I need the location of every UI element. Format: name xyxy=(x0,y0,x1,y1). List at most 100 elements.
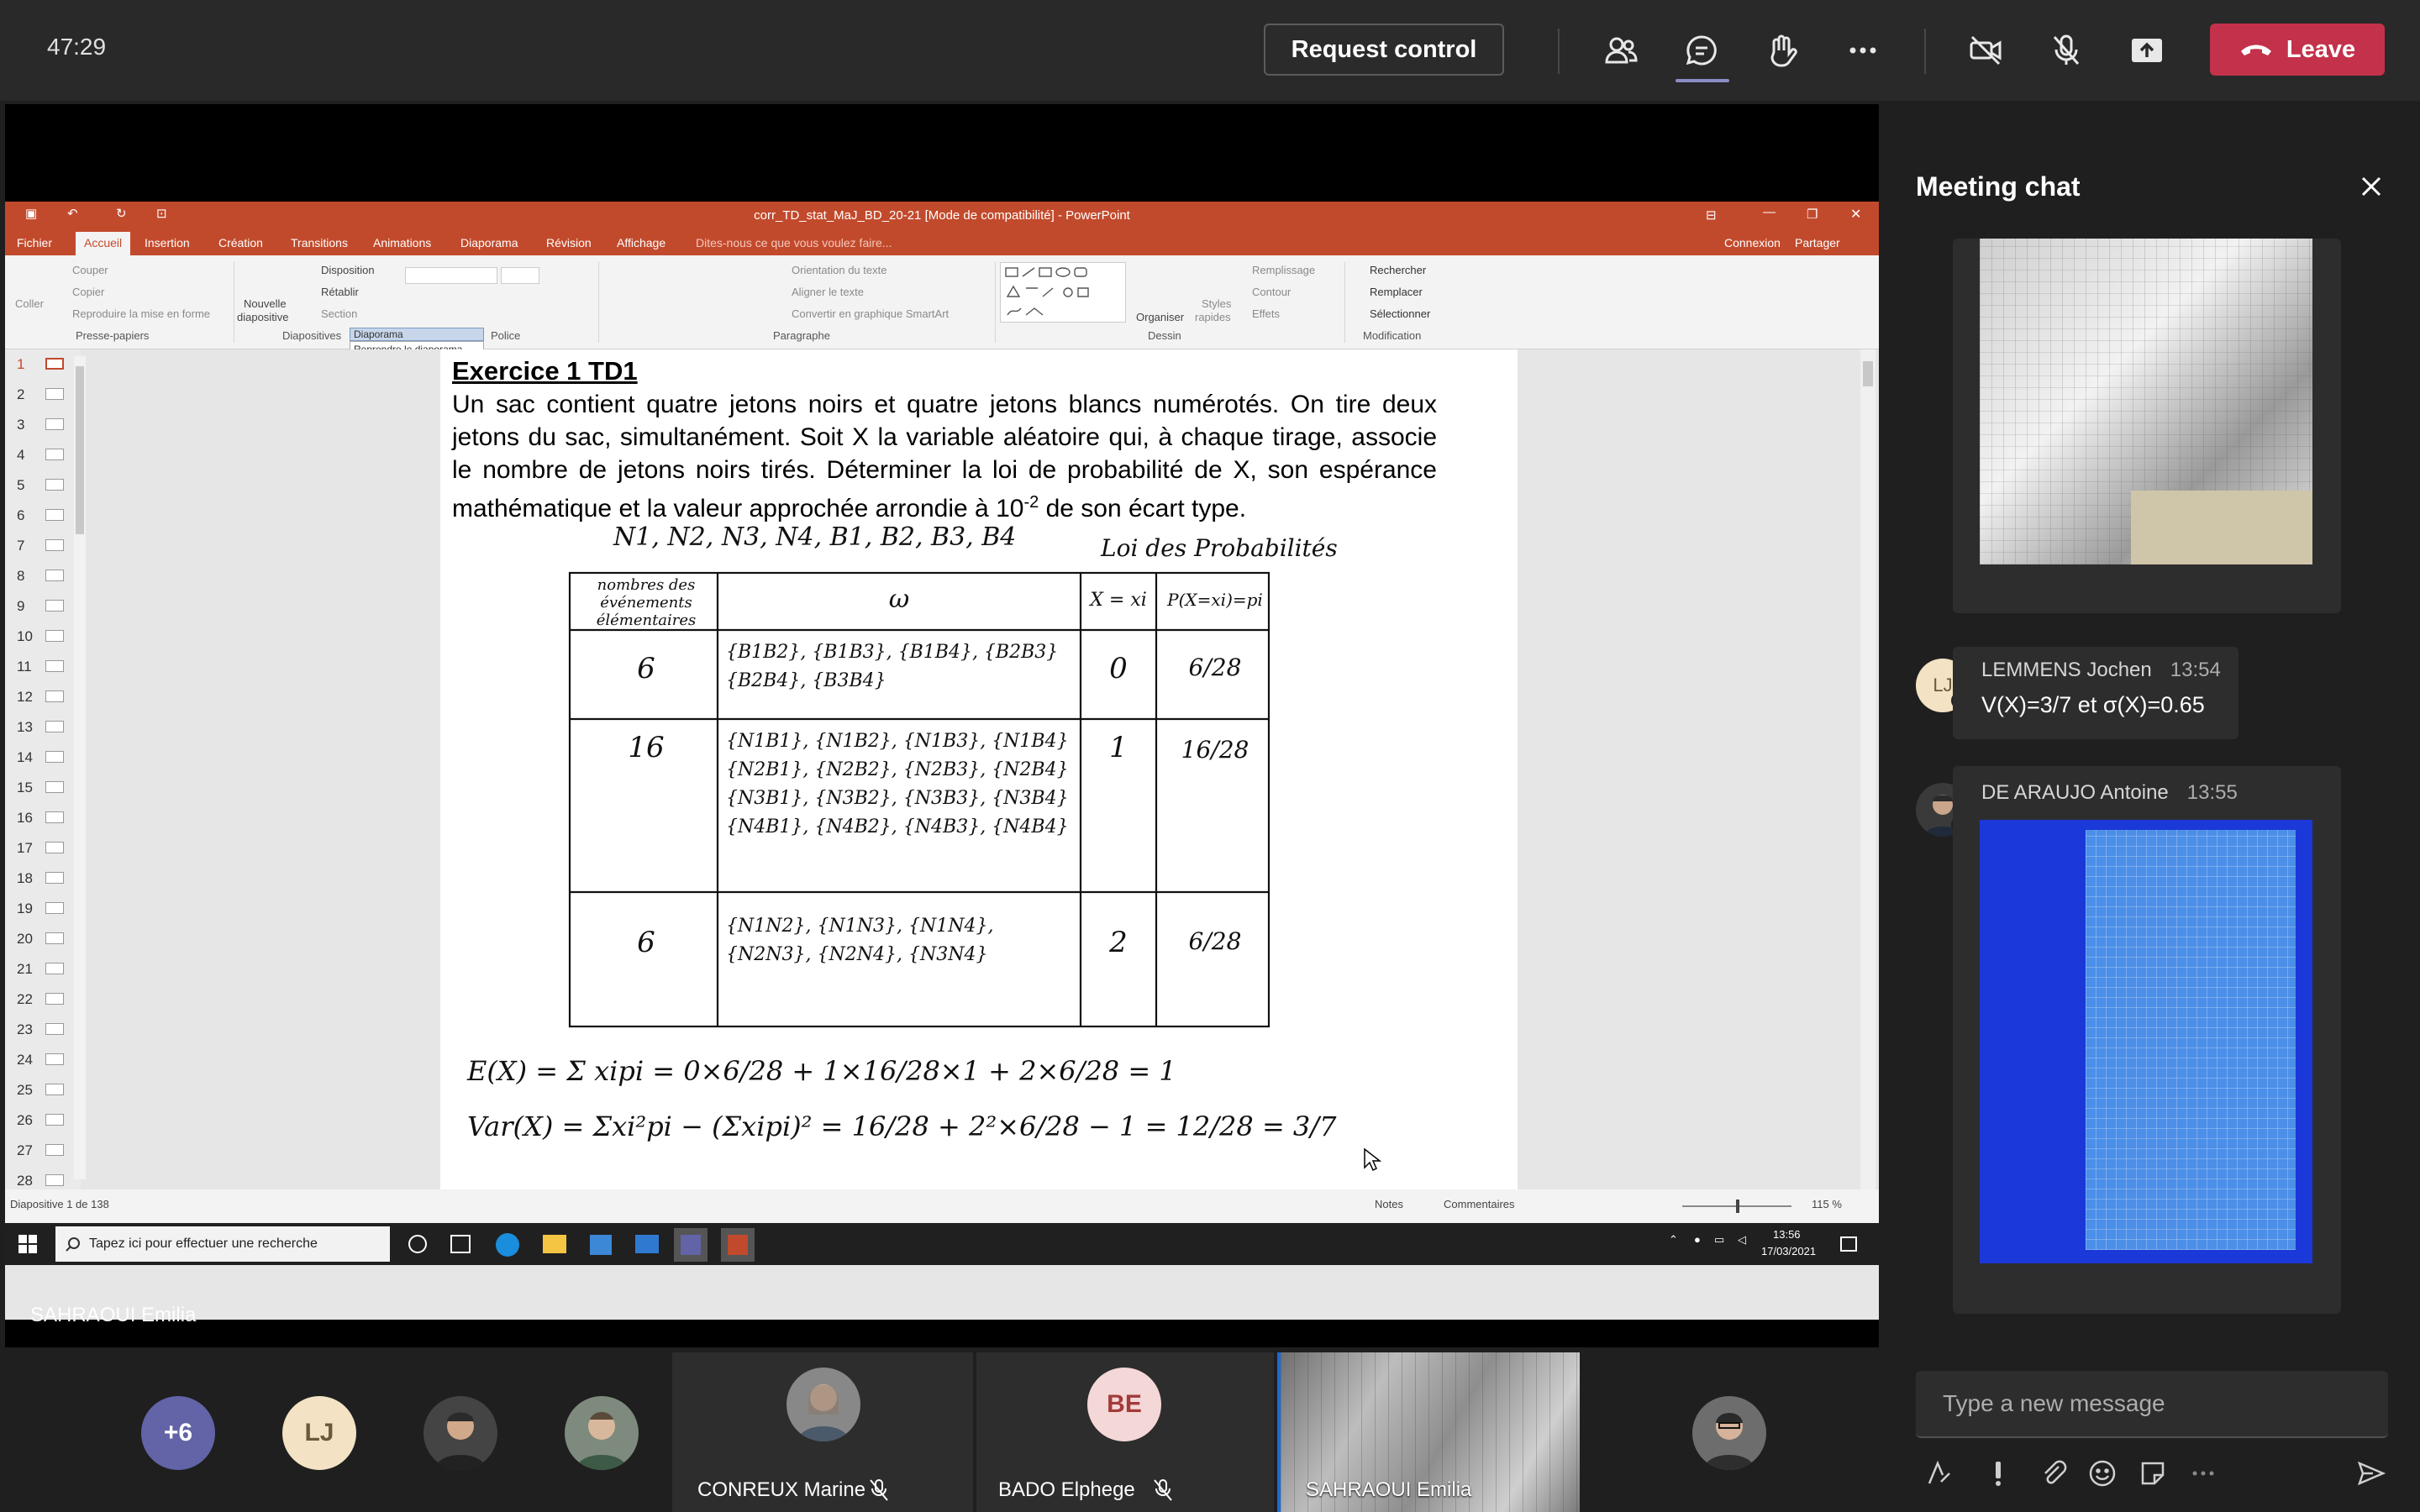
ribbon-display-icon[interactable]: ⊟ xyxy=(1706,207,1717,223)
slide-canvas[interactable]: Exercice 1 TD1 Un sac contient quatre je… xyxy=(440,349,1518,1189)
scroll-thumb[interactable] xyxy=(1863,361,1873,386)
mic-off-icon[interactable] xyxy=(2043,27,2090,74)
slide-thumbnail[interactable]: 2 xyxy=(17,386,76,403)
participant-avatar[interactable] xyxy=(424,1396,497,1470)
windows-start-icon[interactable] xyxy=(18,1235,37,1253)
close-icon[interactable] xyxy=(2353,168,2390,205)
tab-creation[interactable]: Création xyxy=(218,236,263,249)
selectionner-button[interactable]: Sélectionner xyxy=(1370,307,1430,320)
slide-thumbnail[interactable]: 10 xyxy=(17,628,76,645)
contour-button[interactable]: Contour xyxy=(1252,286,1291,298)
shared-photo[interactable] xyxy=(1980,820,2312,1263)
slide-thumbnail[interactable]: 23 xyxy=(17,1021,76,1038)
nouvelle-diapositive-button[interactable]: Nouvelle xyxy=(244,297,287,310)
zoom-level[interactable]: 115 % xyxy=(1812,1198,1842,1210)
tab-accueil[interactable]: Accueil xyxy=(76,232,131,255)
participant-avatar[interactable] xyxy=(565,1396,639,1470)
slide-thumbnail[interactable]: 4 xyxy=(17,447,76,464)
tab-insertion[interactable]: Insertion xyxy=(145,236,190,249)
slide-thumbnail[interactable]: 11 xyxy=(17,659,76,675)
cortana-icon[interactable] xyxy=(408,1235,427,1253)
slide-thumbnail[interactable]: 26 xyxy=(17,1112,76,1129)
more-options-icon[interactable] xyxy=(2188,1458,2218,1488)
slide-thumbnail[interactable]: 20 xyxy=(17,931,76,948)
slide-thumbnail[interactable]: 18 xyxy=(17,870,76,887)
send-icon[interactable] xyxy=(2356,1458,2386,1488)
format-icon[interactable] xyxy=(1924,1458,1954,1488)
participant-avatar[interactable]: LJ xyxy=(282,1396,356,1470)
tray-mic-icon[interactable]: ● xyxy=(1694,1233,1701,1246)
couper-button[interactable]: Couper xyxy=(72,264,108,276)
taskbar-date[interactable]: 17/03/2021 xyxy=(1761,1245,1816,1257)
copier-button[interactable]: Copier xyxy=(72,286,104,298)
effets-button[interactable]: Effets xyxy=(1252,307,1280,320)
scroll-thumb[interactable] xyxy=(76,366,84,534)
taskbar-time[interactable]: 13:56 xyxy=(1773,1228,1801,1241)
slide-thumbnail[interactable]: 13 xyxy=(17,719,76,736)
shared-photo[interactable] xyxy=(1980,239,2312,564)
retablir-button[interactable]: Rétablir xyxy=(321,286,359,298)
participant-tile[interactable]: BE BADO Elphege xyxy=(976,1352,1274,1512)
reproduire-button[interactable]: Reproduire la mise en forme xyxy=(72,307,210,320)
important-icon[interactable] xyxy=(1983,1458,2013,1488)
slide-thumbnail[interactable]: 7 xyxy=(17,538,76,554)
present-icon[interactable]: ⊡ xyxy=(156,206,167,221)
slide-thumbnail[interactable]: 17 xyxy=(17,840,76,857)
commentaires-button[interactable]: Commentaires xyxy=(1444,1198,1515,1210)
tab-transitions[interactable]: Transitions xyxy=(291,236,348,249)
slide-thumbnail[interactable]: 25 xyxy=(17,1082,76,1099)
participant-avatar[interactable] xyxy=(1692,1396,1766,1470)
slide-thumbnail[interactable]: 12 xyxy=(17,689,76,706)
font-name-field[interactable] xyxy=(405,267,497,284)
slide-scrollbar[interactable] xyxy=(1860,349,1876,1189)
slide-thumbnail[interactable]: 9 xyxy=(17,598,76,615)
thumbnail-scrollbar[interactable] xyxy=(74,356,86,1179)
teams-taskbar-icon[interactable] xyxy=(674,1228,708,1262)
more-participants-button[interactable]: +6 xyxy=(141,1396,215,1470)
tab-revision[interactable]: Révision xyxy=(546,236,592,249)
store-icon[interactable] xyxy=(590,1235,612,1255)
rechercher-button[interactable]: Rechercher xyxy=(1370,264,1426,276)
slide-thumbnail[interactable]: 19 xyxy=(17,900,76,917)
emoji-icon[interactable] xyxy=(2087,1458,2118,1488)
windows-search-box[interactable]: Tapez ici pour effectuer une recherche xyxy=(55,1226,390,1262)
slide-thumbnail[interactable]: 27 xyxy=(17,1142,76,1159)
leave-button[interactable]: Leave xyxy=(2210,24,2385,76)
styles-rapides-button[interactable]: Styles xyxy=(1202,297,1231,310)
slide-thumbnail[interactable]: 22 xyxy=(17,991,76,1008)
slide-thumbnail[interactable]: 3 xyxy=(17,417,76,433)
slide-thumbnail[interactable]: 24 xyxy=(17,1052,76,1068)
camera-off-icon[interactable] xyxy=(1962,27,2009,74)
zoom-slider-thumb[interactable] xyxy=(1736,1200,1739,1213)
partager-button[interactable]: Partager xyxy=(1795,236,1840,249)
slide-thumbnail[interactable]: 14 xyxy=(17,749,76,766)
chat-icon[interactable] xyxy=(1678,27,1725,74)
slide-thumbnail[interactable]: 21 xyxy=(17,961,76,978)
people-icon[interactable] xyxy=(1597,27,1644,74)
task-view-icon[interactable] xyxy=(450,1235,471,1253)
share-icon[interactable] xyxy=(2123,27,2170,74)
more-icon[interactable] xyxy=(1839,27,1886,74)
slide-thumbnail[interactable]: 6 xyxy=(17,507,76,524)
font-size-field[interactable] xyxy=(501,267,539,284)
smartart-button[interactable]: Convertir en graphique SmartArt xyxy=(792,307,949,320)
coller-button[interactable]: Coller xyxy=(15,297,44,310)
slide-thumbnail[interactable]: 5 xyxy=(17,477,76,494)
message-compose-box[interactable]: Type a new message xyxy=(1916,1371,2388,1438)
slide-thumbnail[interactable]: 16 xyxy=(17,810,76,827)
slide-thumbnail[interactable]: 15 xyxy=(17,780,76,796)
tab-fichier[interactable]: Fichier xyxy=(17,236,52,249)
save-icon[interactable]: ▣ xyxy=(25,206,37,221)
participant-tile[interactable]: CONREUX Marine xyxy=(672,1352,973,1512)
tab-animations[interactable]: Animations xyxy=(373,236,431,249)
slide-thumbnail[interactable]: 1 xyxy=(17,356,76,373)
sticker-icon[interactable] xyxy=(2138,1458,2168,1488)
edge-icon[interactable] xyxy=(496,1233,519,1257)
organiser-button[interactable]: Organiser xyxy=(1136,311,1184,323)
undo-icon[interactable]: ↶ xyxy=(67,206,78,221)
slide-thumbnail[interactable]: 8 xyxy=(17,568,76,585)
slide-thumbnail[interactable]: 28 xyxy=(17,1173,76,1189)
restore-icon[interactable]: ❐ xyxy=(1807,207,1818,222)
tab-diaporama[interactable]: Diaporama xyxy=(460,236,518,249)
minimize-icon[interactable]: — xyxy=(1763,205,1776,219)
